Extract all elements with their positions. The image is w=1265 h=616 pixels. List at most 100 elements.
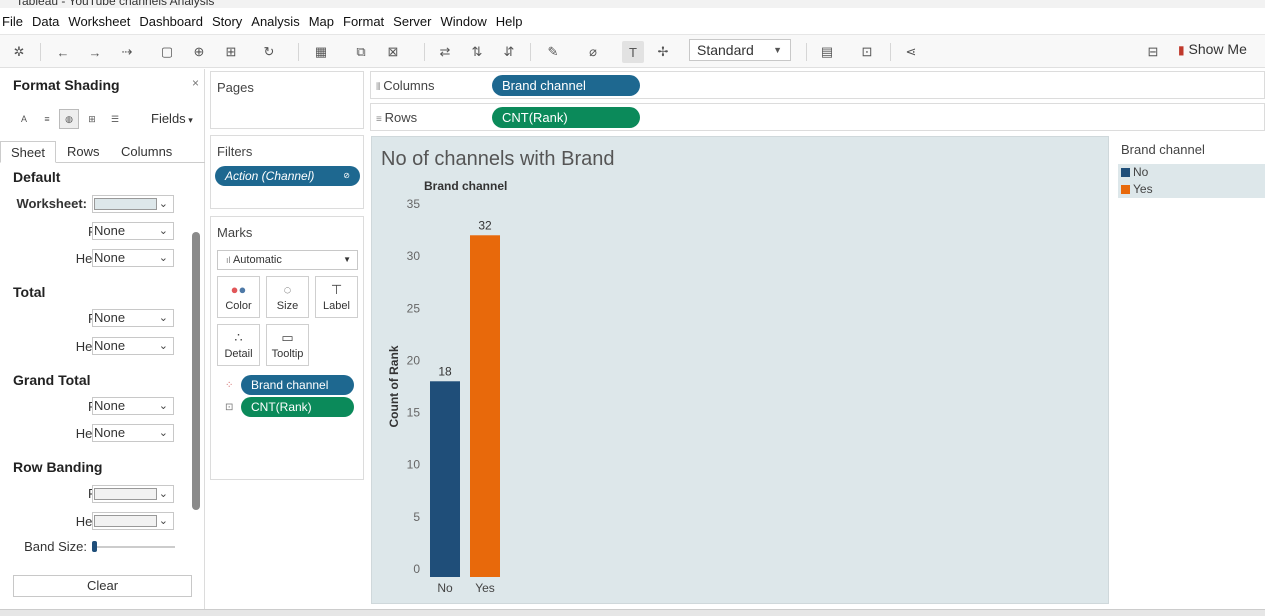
columns-label: ⦀ Columns [376,78,435,93]
total-pane-dropdown[interactable]: None ⌄ [92,309,174,327]
automatic-mark-icon: ıl [226,255,231,265]
tab-columns[interactable]: Columns [111,141,182,163]
menu-dashboard[interactable]: Dashboard [139,14,203,29]
mark-type-dropdown[interactable]: ıl Automatic ▼ [217,250,358,270]
pages-title: Pages [217,80,254,95]
grand-total-pane-dropdown[interactable]: None ⌄ [92,397,174,415]
label-button[interactable]: ⊤ Label [315,276,358,318]
legend-item-yes[interactable]: Yes [1118,181,1265,198]
default-header-dropdown[interactable]: None ⌄ [92,249,174,267]
show-cards-icon[interactable]: ▤ [816,41,838,63]
marks-title: Marks [217,225,253,240]
pause-updates-icon[interactable]: ⊞ [220,41,242,63]
redo-icon[interactable]: → [84,41,106,63]
sheet-tabs-bar [0,609,1265,616]
legend-label-yes: Yes [1133,182,1153,196]
menu-data[interactable]: Data [32,14,59,29]
highlight-icon[interactable]: ✎ [542,41,564,63]
menu-analysis[interactable]: Analysis [251,14,299,29]
color-legend: Brand channel No Yes [1115,137,1265,199]
detail-button[interactable]: ∴ Detail [217,324,260,366]
filter-pill-action-channel[interactable]: Action (Channel) ⊘ [215,166,360,186]
fit-mode-select[interactable]: Standard ▼ [689,39,791,61]
clear-button[interactable]: Clear [13,575,192,597]
fit-mode-value: Standard [697,42,754,58]
new-data-source-icon[interactable]: ⊕ [188,41,210,63]
y-tick-label: 20 [407,353,421,367]
menu-help[interactable]: Help [496,14,523,29]
toolbar: ✲ ← → ⇢ ▢ ⊕ ⊞ ↻ ▦ ⧉ ⊠ ⇄ ⇅ ⇵ ✎ ⌀ T ✢ ▤ ⊡ … [0,34,1265,68]
presentation-mode-icon[interactable]: ⊡ [856,41,878,63]
grand-total-header-dropdown[interactable]: None ⌄ [92,424,174,442]
new-worksheet-icon[interactable]: ▦ [310,41,332,63]
chevron-down-icon: ⌄ [158,225,168,237]
chevron-down-icon: ▼ [343,255,351,264]
menu-story[interactable]: Story [212,14,242,29]
lines-format-icon[interactable]: ☰ [105,109,125,129]
menu-format[interactable]: Format [343,14,384,29]
tab-rows[interactable]: Rows [57,141,110,163]
band-size-slider-track[interactable] [95,546,175,548]
borders-format-icon[interactable]: ⊞ [82,109,102,129]
save-icon[interactable]: ▢ [156,41,178,63]
alignment-format-icon[interactable]: ≡ [37,109,57,129]
row-banding-header-dropdown[interactable]: ⌄ [92,512,174,530]
fix-axes-icon[interactable]: ✢ [652,41,674,63]
chevron-down-icon: ⌄ [158,340,168,352]
show-labels-icon[interactable]: T [622,41,644,63]
tab-sheet[interactable]: Sheet [0,141,56,163]
menu-map[interactable]: Map [309,14,334,29]
clear-sheet-icon[interactable]: ⊠ [382,41,404,63]
refresh-icon[interactable]: ↻ [258,41,280,63]
sort-descending-icon[interactable]: ⇵ [498,41,520,63]
marks-pill-brand-channel[interactable]: Brand channel [241,375,354,395]
menu-server[interactable]: Server [393,14,431,29]
font-format-icon[interactable]: A [14,109,34,129]
x-tick-label: No [437,581,453,595]
legend-title: Brand channel [1121,142,1205,157]
total-pane-value: None [94,310,126,325]
tooltip-icon: ▭ [281,330,294,345]
row-banding-pane-dropdown[interactable]: ⌄ [92,485,174,503]
menu-file[interactable]: File [2,14,23,29]
chevron-down-icon: ⌄ [158,312,168,324]
menu-window[interactable]: Window [440,14,486,29]
ask-data-icon[interactable]: ⊟ [1142,41,1164,63]
shading-format-icon[interactable]: ◍ [59,109,79,129]
size-button[interactable]: ◌ Size [266,276,309,318]
show-me-button[interactable]: ▮ Show Me [1178,41,1247,57]
marks-card: Marks ıl Automatic ▼ ●● Color ◌ Size ⊤ L… [210,216,364,480]
fields-dropdown[interactable]: Fields ▾ [151,111,193,126]
swap-icon[interactable]: ⇄ [434,41,456,63]
default-pane-dropdown[interactable]: None ⌄ [92,222,174,240]
legend-item-no[interactable]: No [1118,164,1265,181]
columns-pill-brand-channel[interactable]: Brand channel [492,75,640,96]
share-icon[interactable]: ⋖ [900,41,922,63]
worksheet-view[interactable]: No of channels with Brand Brand channel 0… [371,136,1109,604]
group-icon[interactable]: ⌀ [582,41,604,63]
band-size-slider-thumb[interactable] [92,541,97,552]
y-tick-label: 5 [413,510,420,524]
worksheet-shading-dropdown[interactable]: ⌄ [92,195,174,213]
close-icon[interactable]: × [192,76,199,90]
rows-pill-cnt-rank[interactable]: CNT(Rank) [492,107,640,128]
columns-shelf[interactable]: ⦀ Columns Brand channel [370,71,1265,99]
label-label: Label [323,300,350,312]
sort-ascending-icon[interactable]: ⇅ [466,41,488,63]
format-pane-scrollbar[interactable] [192,232,200,510]
total-header-value: None [94,338,126,353]
marks-pill-cnt-rank[interactable]: CNT(Rank) [241,397,354,417]
tableau-logo-icon[interactable]: ✲ [8,41,30,63]
chevron-down-icon: ▼ [773,45,782,55]
undo-icon[interactable]: ← [52,41,74,63]
duplicate-sheet-icon[interactable]: ⧉ [350,41,372,63]
label-icon: ⊤ [330,282,343,297]
total-header-dropdown[interactable]: None ⌄ [92,337,174,355]
tooltip-button[interactable]: ▭ Tooltip [266,324,309,366]
replay-icon[interactable]: ⇢ [116,41,138,63]
y-axis-label: Count of Rank [387,345,401,427]
menu-worksheet[interactable]: Worksheet [68,14,130,29]
color-button[interactable]: ●● Color [217,276,260,318]
data-label: 18 [438,364,452,378]
rows-shelf[interactable]: ≡ Rows CNT(Rank) [370,103,1265,131]
